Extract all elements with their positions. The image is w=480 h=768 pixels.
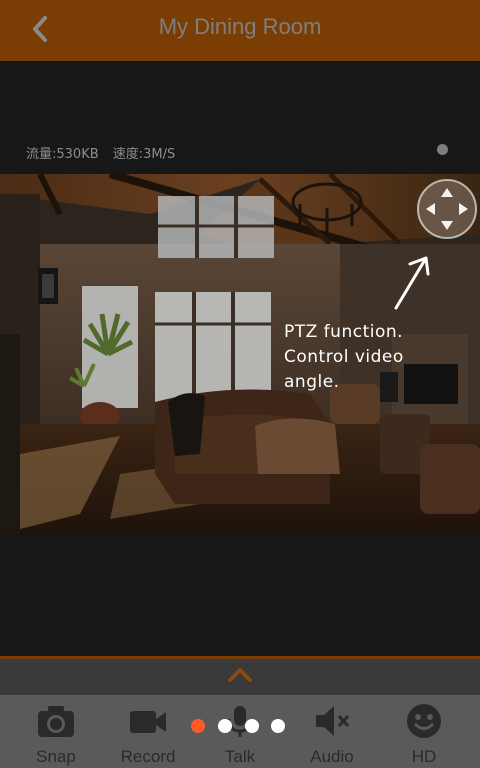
snap-label: Snap [36,747,76,766]
speed-stat: 速度:3M/S [112,147,176,162]
ptz-annotation: PTZ function. Control video angle. [284,320,404,395]
audio-button[interactable]: Audio [284,695,380,768]
top-bar: My Dining Room [0,0,480,61]
audio-label: Audio [310,747,354,766]
stream-stats: 流量:530KB 速度:3M/S [26,143,185,162]
page-title: My Dining Room [158,14,322,39]
record-button[interactable]: Record [100,695,196,768]
status-indicator [437,144,448,155]
page-dot[interactable] [191,719,205,733]
hd-label: HD [411,747,437,766]
bottom-toolbar: Snap Record Talk Audio HD [0,695,480,768]
living-room-image [0,174,480,534]
page-dot[interactable] [218,719,232,733]
page-dot[interactable] [271,719,285,733]
hd-button[interactable]: HD [376,695,472,768]
traffic-stat: 流量:530KB [26,147,99,162]
snap-button[interactable]: Snap [8,695,104,768]
chevron-up-icon[interactable] [226,666,254,684]
annotation-line: Control video [284,347,404,367]
ptz-control[interactable] [416,178,478,240]
pointer-arrow-icon [394,256,430,310]
annotation-line: angle. [284,372,340,392]
record-label: Record [120,747,176,766]
page-dot[interactable] [245,719,259,733]
video-feed[interactable] [0,174,480,534]
speaker-mute-icon [316,706,350,736]
annotation-line: PTZ function. [284,322,404,342]
camera-icon [38,706,74,737]
video-camera-icon [130,711,166,733]
smiley-icon [407,704,441,738]
talk-label: Talk [224,747,256,766]
